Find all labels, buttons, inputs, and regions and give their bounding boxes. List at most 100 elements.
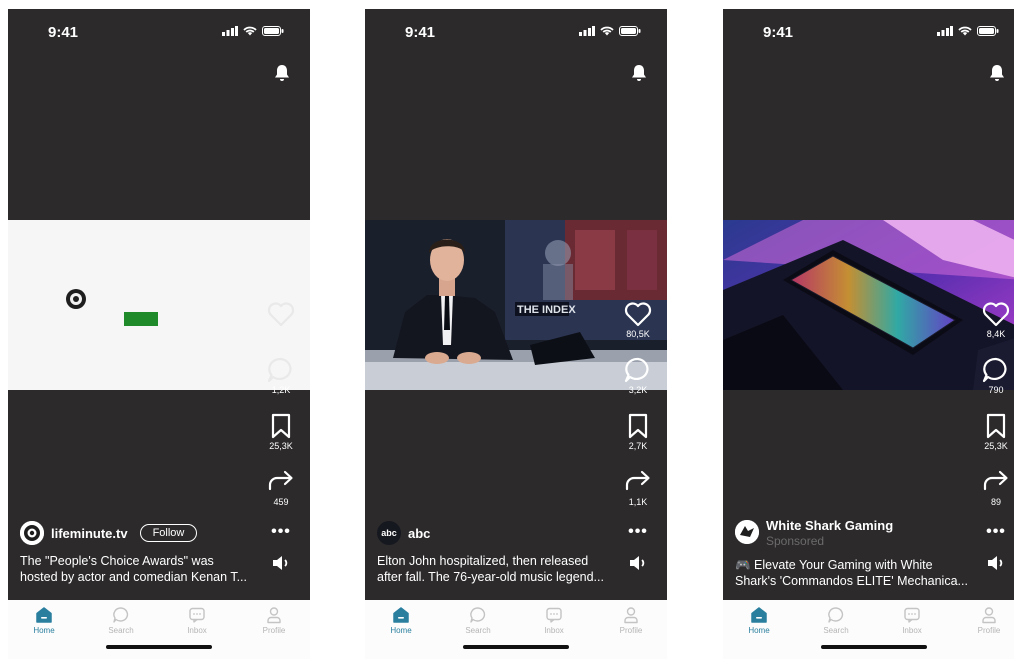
status-time: 9:41 <box>763 24 794 41</box>
more-options-button[interactable]: ••• <box>628 524 648 540</box>
save-button[interactable]: 2,7K <box>627 413 649 469</box>
comment-count: 1,2K <box>271 385 291 395</box>
caption-line: The "People's Choice Awards" was <box>20 554 214 568</box>
heart-icon <box>267 302 295 327</box>
nav-label: Profile <box>619 626 643 635</box>
comment-button[interactable]: 790 <box>982 357 1010 413</box>
signal-icon <box>937 26 953 36</box>
signal-icon <box>222 26 238 36</box>
author-name[interactable]: lifeminute.tv <box>51 526 128 541</box>
save-count: 2,7K <box>628 441 648 451</box>
nav-item-search[interactable]: Search <box>806 606 866 635</box>
save-count: 25,3K <box>269 441 293 451</box>
speaker-icon <box>273 556 288 570</box>
home-indicator <box>463 645 569 649</box>
battery-icon <box>977 26 999 36</box>
phone-screen-1: 9:41 1,2K 25,3K 459 ••• lifeminute.tv Fo… <box>8 9 310 659</box>
more-options-button[interactable]: ••• <box>986 524 1006 540</box>
bookmark-icon <box>628 413 648 439</box>
status-icons <box>579 26 641 36</box>
wifi-icon <box>243 26 257 36</box>
caption-line: 🎮 Elevate Your Gaming with White <box>735 558 933 572</box>
share-count: 89 <box>990 497 1001 507</box>
post-caption[interactable]: The "People's Choice Awards" was hosted … <box>20 553 260 585</box>
gaming-keyboard-video-frame <box>723 220 1014 390</box>
share-count: 459 <box>273 497 289 507</box>
share-button[interactable]: 1,1K <box>624 469 652 525</box>
nav-item-profile[interactable]: Profile <box>244 606 304 635</box>
status-time: 9:41 <box>48 24 79 41</box>
bell-icon <box>990 65 1004 81</box>
nav-item-inbox[interactable]: Inbox <box>882 606 942 635</box>
phone-screen-3: 9:41 8,4K 790 25,3K 89 ••• White Shark G… <box>723 9 1014 659</box>
notification-bell-button[interactable] <box>989 64 1005 87</box>
comment-icon <box>982 357 1007 383</box>
author-avatar[interactable] <box>735 520 759 544</box>
caption-line: Shark's 'Commandos ELITE' Mechanica... <box>735 574 968 588</box>
nav-label: Inbox <box>187 626 207 635</box>
speaker-icon <box>988 556 1003 570</box>
speaker-icon <box>630 556 645 570</box>
status-icons <box>937 26 999 36</box>
post-caption[interactable]: Elton John hospitalized, then released a… <box>377 553 617 585</box>
like-button[interactable] <box>267 301 295 357</box>
nav-item-profile[interactable]: Profile <box>959 606 1014 635</box>
share-arrow-icon <box>268 470 293 491</box>
nav-item-search[interactable]: Search <box>91 606 151 635</box>
bell-icon <box>632 65 646 81</box>
share-button[interactable]: 89 <box>982 469 1010 525</box>
nav-label: Inbox <box>902 626 922 635</box>
author-name[interactable]: abc <box>408 526 430 541</box>
nav-item-inbox[interactable]: Inbox <box>524 606 584 635</box>
inbox-icon <box>904 607 920 623</box>
nav-item-inbox[interactable]: Inbox <box>167 606 227 635</box>
nav-item-home[interactable]: Home <box>729 606 789 635</box>
heart-icon <box>982 302 1010 327</box>
author-row: White Shark Gaming Sponsored <box>735 518 893 548</box>
nav-item-search[interactable]: Search <box>448 606 508 635</box>
search-icon <box>828 607 844 623</box>
comment-count: 3,2K <box>628 385 648 395</box>
notification-bell-button[interactable] <box>631 64 647 87</box>
bell-icon <box>275 65 289 81</box>
author-name[interactable]: White Shark Gaming <box>766 518 893 533</box>
share-arrow-icon <box>983 470 1008 491</box>
like-button[interactable]: 80,5K <box>624 301 652 357</box>
bookmark-icon <box>986 413 1006 439</box>
video-player[interactable] <box>723 220 1014 390</box>
bottom-nav: Home Search Inbox Profile <box>723 600 1014 659</box>
share-arrow-icon <box>625 470 650 491</box>
sound-button[interactable] <box>987 555 1005 576</box>
notification-bell-button[interactable] <box>274 64 290 87</box>
author-avatar[interactable] <box>20 521 44 545</box>
heart-icon <box>624 302 652 327</box>
nav-item-profile[interactable]: Profile <box>601 606 661 635</box>
nav-item-home[interactable]: Home <box>371 606 431 635</box>
sound-button[interactable] <box>629 555 647 576</box>
comment-button[interactable]: 3,2K <box>624 357 652 413</box>
action-rail: 80,5K 3,2K 2,7K 1,1K ••• <box>621 301 655 576</box>
nav-item-home[interactable]: Home <box>14 606 74 635</box>
search-icon <box>113 607 129 623</box>
post-caption[interactable]: 🎮 Elevate Your Gaming with White Shark's… <box>735 557 975 589</box>
wifi-icon <box>600 26 614 36</box>
more-options-button[interactable]: ••• <box>271 524 291 540</box>
inbox-icon <box>546 607 562 623</box>
like-count: 8,4K <box>986 329 1006 339</box>
share-button[interactable]: 459 <box>267 469 295 525</box>
save-button[interactable]: 25,3K <box>984 413 1008 469</box>
nav-label: Home <box>33 626 55 635</box>
inbox-icon <box>189 607 205 623</box>
save-button[interactable]: 25,3K <box>269 413 293 469</box>
phone-screen-2: 9:41 THE INDEX 80,5K 3,2K 2,7K 1,1K ••• … <box>365 9 667 659</box>
author-avatar[interactable]: abc <box>377 521 401 545</box>
sound-button[interactable] <box>272 555 290 576</box>
like-button[interactable]: 8,4K <box>982 301 1010 357</box>
comment-button[interactable]: 1,2K <box>267 357 295 413</box>
home-icon <box>393 607 409 623</box>
follow-button[interactable]: Follow <box>139 524 198 542</box>
nav-label: Search <box>465 626 491 635</box>
battery-icon <box>619 26 641 36</box>
wifi-icon <box>958 26 972 36</box>
caption-line: after fall. The 76-year-old music legend… <box>377 570 604 584</box>
